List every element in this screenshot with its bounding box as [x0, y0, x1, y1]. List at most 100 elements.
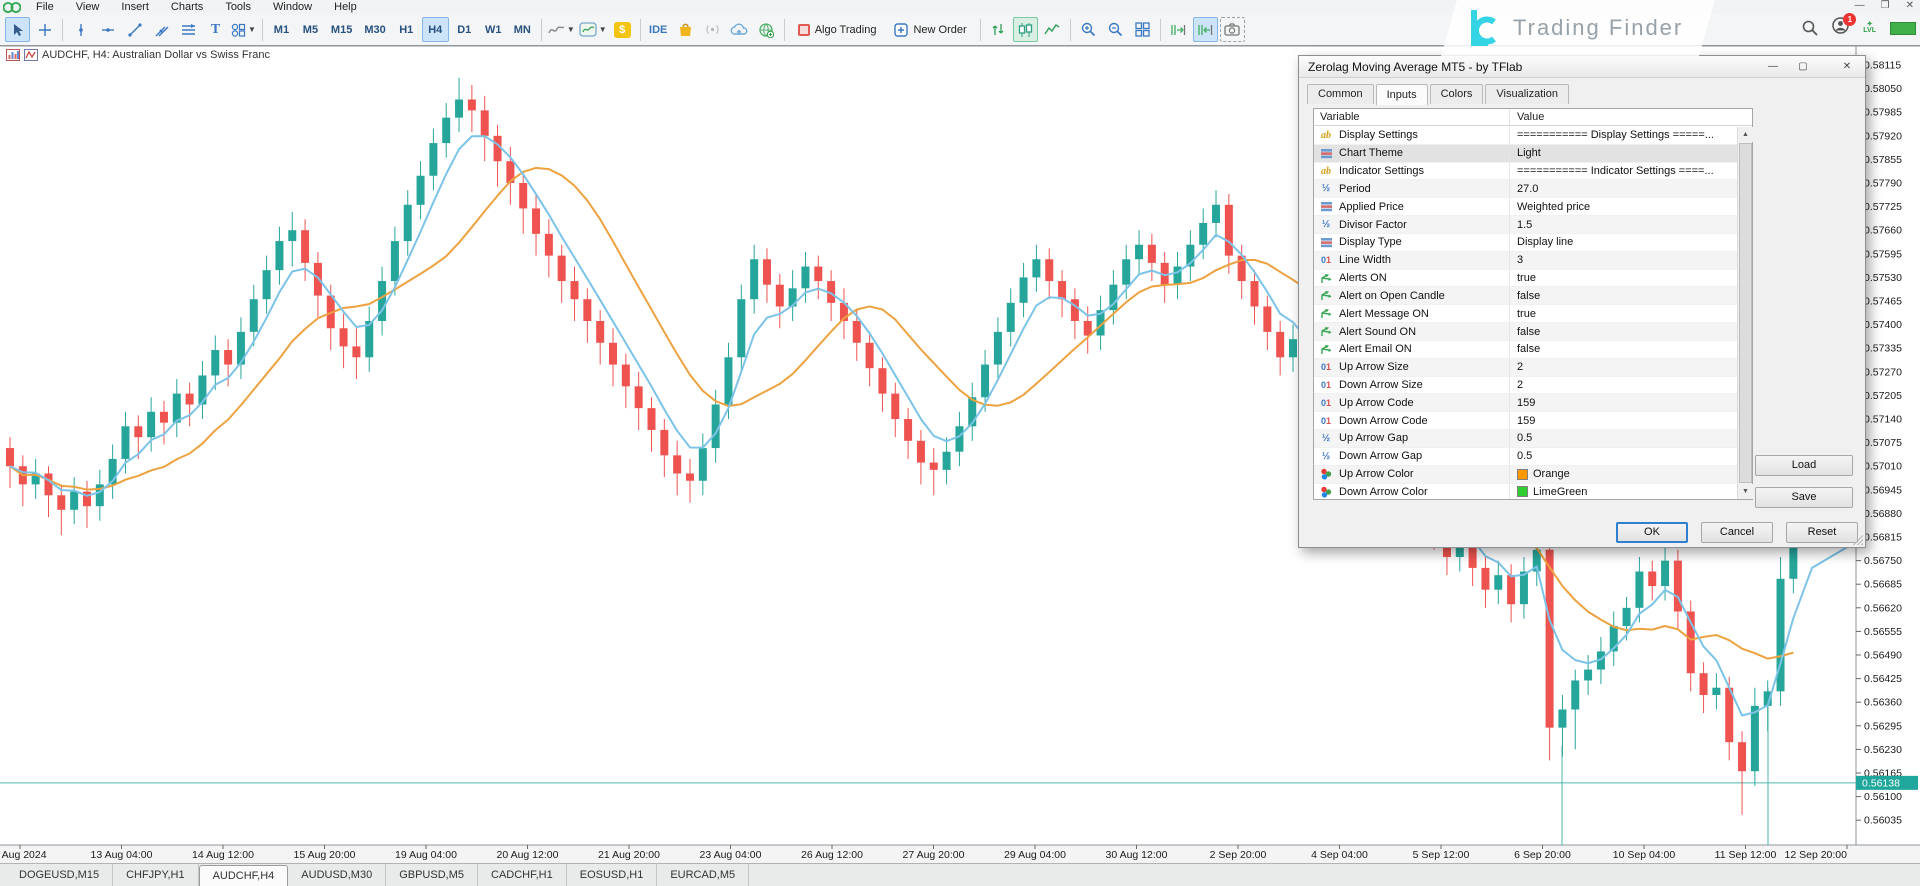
candlestick-chart-button[interactable]	[1013, 17, 1038, 42]
minimize-button[interactable]: —	[1855, 0, 1865, 11]
param-value[interactable]: Light	[1517, 147, 1541, 159]
level-indicator[interactable]: ✦LVL	[1863, 22, 1876, 34]
menu-view[interactable]: View	[65, 1, 111, 13]
tile-windows-button[interactable]	[1130, 17, 1155, 42]
timeframe-m15[interactable]: M15	[326, 17, 357, 42]
menu-charts[interactable]: Charts	[160, 1, 214, 13]
param-row-down-arrow-size[interactable]: 01Down Arrow Size2	[1314, 377, 1737, 395]
objects-button[interactable]: ▼	[578, 17, 608, 42]
dialog-tab-inputs[interactable]: Inputs	[1376, 84, 1428, 105]
chart-tab-gbpusd-m5[interactable]: GBPUSD,M5	[386, 864, 478, 886]
menu-insert[interactable]: Insert	[110, 1, 160, 13]
chart-tab-chfjpy-h1[interactable]: CHFJPY,H1	[113, 864, 198, 886]
param-row-display-type[interactable]: Display TypeDisplay line	[1314, 234, 1737, 252]
cancel-button[interactable]: Cancel	[1701, 522, 1773, 543]
param-row-alert-email-on[interactable]: Alert Email ONfalse	[1314, 341, 1737, 359]
chart-shift-button[interactable]	[1166, 17, 1191, 42]
channel-tool-button[interactable]	[149, 17, 174, 42]
text-tool-button[interactable]: T	[203, 17, 228, 42]
timeframe-d1[interactable]: D1	[451, 17, 478, 42]
equidistant-lines-tool-button[interactable]	[176, 17, 201, 42]
param-value[interactable]: 0.5	[1517, 450, 1532, 462]
timeframe-mn[interactable]: MN	[509, 17, 536, 42]
table-scrollbar[interactable]: ▲ ▼	[1737, 127, 1752, 499]
signals-button[interactable]	[700, 17, 725, 42]
param-row-down-arrow-gap[interactable]: ½Down Arrow Gap0.5	[1314, 448, 1737, 466]
dialog-close-button[interactable]: ✕	[1837, 59, 1857, 75]
dialog-minimize-button[interactable]: —	[1763, 59, 1783, 75]
param-value[interactable]: 2	[1517, 361, 1523, 373]
indicators-button[interactable]: ▼	[547, 17, 576, 42]
param-row-divisor-factor[interactable]: ½Divisor Factor1.5	[1314, 216, 1737, 234]
param-row-chart-theme[interactable]: Chart ThemeLight	[1314, 145, 1737, 163]
trendline-tool-button[interactable]	[122, 17, 147, 42]
menu-help[interactable]: Help	[323, 1, 368, 13]
param-value[interactable]: 159	[1517, 415, 1535, 427]
dialog-tab-visualization[interactable]: Visualization	[1485, 84, 1569, 104]
chart-tab-cadchf-h1[interactable]: CADCHF,H1	[478, 864, 567, 886]
timeframe-h1[interactable]: H1	[393, 17, 420, 42]
line-chart-button[interactable]	[1040, 17, 1065, 42]
algo-trading-button[interactable]: Algo Trading	[790, 17, 885, 42]
chart-tab-eurcad-m5[interactable]: EURCAD,M5	[657, 864, 749, 886]
cursor-tool-button[interactable]	[5, 17, 30, 42]
param-value[interactable]: Orange	[1533, 468, 1570, 480]
dialog-restore-button[interactable]: ▢	[1793, 59, 1813, 75]
timeframe-m30[interactable]: M30	[359, 17, 390, 42]
param-row-down-arrow-code[interactable]: 01Down Arrow Code159	[1314, 412, 1737, 430]
param-value[interactable]: false	[1517, 326, 1540, 338]
dialog-tab-common[interactable]: Common	[1307, 84, 1374, 104]
param-row-alert-on-open-candle[interactable]: Alert on Open Candlefalse	[1314, 287, 1737, 305]
cloud-button[interactable]	[727, 17, 752, 42]
param-row-line-width[interactable]: 01Line Width3	[1314, 252, 1737, 270]
chart-tab-dogeusd-m15[interactable]: DOGEUSD,M15	[6, 864, 113, 886]
param-row-up-arrow-color[interactable]: Up Arrow ColorOrange	[1314, 466, 1737, 484]
menu-tools[interactable]: Tools	[214, 1, 262, 13]
close-button[interactable]: ✕	[1906, 0, 1914, 11]
zoom-out-button[interactable]	[1103, 17, 1128, 42]
param-row-alerts-on[interactable]: Alerts ONtrue	[1314, 270, 1737, 288]
column-header-variable[interactable]: Variable	[1314, 109, 1510, 125]
chart-tab-eosusd-h1[interactable]: EOSUSD,H1	[567, 864, 658, 886]
tick-chart-button[interactable]	[986, 17, 1011, 42]
param-value[interactable]: true	[1517, 272, 1536, 284]
param-value[interactable]: 2	[1517, 379, 1523, 391]
param-value[interactable]: 1.5	[1517, 219, 1532, 231]
chart-tab-audchf-h4[interactable]: AUDCHF,H4	[199, 865, 289, 886]
auto-scroll-button[interactable]	[1193, 17, 1218, 42]
deposit-button[interactable]: $	[610, 17, 635, 42]
market-button[interactable]	[673, 17, 698, 42]
param-value[interactable]: Weighted price	[1517, 201, 1590, 213]
profile-button[interactable]: 1	[1832, 17, 1849, 39]
param-value[interactable]: true	[1517, 308, 1536, 320]
param-value[interactable]: false	[1517, 290, 1540, 302]
param-value[interactable]: 3	[1517, 254, 1523, 266]
scroll-up-icon[interactable]: ▲	[1738, 127, 1753, 142]
param-row-period[interactable]: ½Period27.0	[1314, 180, 1737, 198]
menu-file[interactable]: File	[25, 1, 65, 13]
load-button[interactable]: Load	[1755, 455, 1853, 476]
param-value[interactable]: false	[1517, 343, 1540, 355]
param-value[interactable]: Display line	[1517, 236, 1573, 248]
new-order-button[interactable]: New Order	[886, 17, 974, 42]
param-value[interactable]: 27.0	[1517, 183, 1538, 195]
vertical-line-tool-button[interactable]	[68, 17, 93, 42]
timeframe-w1[interactable]: W1	[480, 17, 507, 42]
param-value[interactable]: =========== Indicator Settings ====...	[1517, 165, 1714, 177]
param-row-up-arrow-size[interactable]: 01Up Arrow Size2	[1314, 359, 1737, 377]
menu-window[interactable]: Window	[262, 1, 323, 13]
param-row-alert-sound-on[interactable]: Alert Sound ONfalse	[1314, 323, 1737, 341]
scrollbar-thumb[interactable]	[1739, 143, 1752, 483]
param-row-down-arrow-color[interactable]: Down Arrow ColorLimeGreen	[1314, 484, 1737, 499]
crosshair-tool-button[interactable]	[32, 17, 57, 42]
param-row-display-settings[interactable]: abDisplay Settings=========== Display Se…	[1314, 127, 1737, 145]
restore-button[interactable]: ❐	[1881, 0, 1890, 11]
save-button[interactable]: Save	[1755, 487, 1853, 508]
param-value[interactable]: 159	[1517, 397, 1535, 409]
param-row-up-arrow-gap[interactable]: ½Up Arrow Gap0.5	[1314, 430, 1737, 448]
zoom-in-button[interactable]	[1076, 17, 1101, 42]
resize-grip[interactable]	[1853, 535, 1863, 545]
horizontal-line-tool-button[interactable]	[95, 17, 120, 42]
param-row-up-arrow-code[interactable]: 01Up Arrow Code159	[1314, 394, 1737, 412]
param-value[interactable]: LimeGreen	[1533, 486, 1587, 498]
